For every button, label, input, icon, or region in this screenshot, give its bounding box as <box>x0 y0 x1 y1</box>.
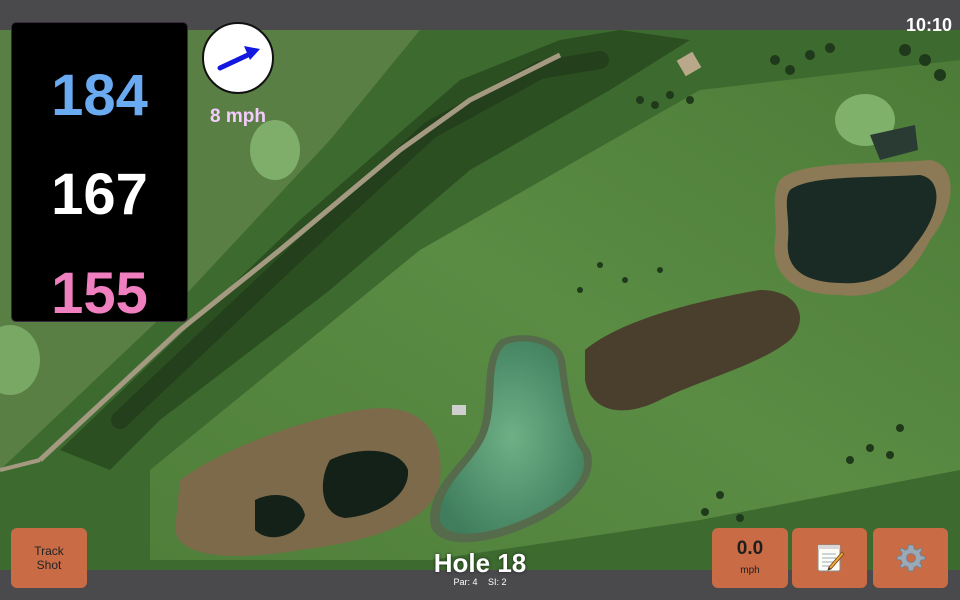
notepad-icon <box>817 544 845 572</box>
notes-button[interactable] <box>792 528 867 588</box>
track-shot-button[interactable]: Track Shot <box>11 528 87 588</box>
settings-button[interactable] <box>873 528 948 588</box>
status-time: 10:10 <box>905 15 952 35</box>
gear-icon <box>896 544 925 572</box>
back-distance: 184 <box>51 63 148 128</box>
hole-par: Par: 4 <box>453 577 478 587</box>
track-shot-label: Track Shot <box>11 544 87 572</box>
middle-distance: 167 <box>51 162 148 227</box>
hole-title: Hole 18 <box>433 548 527 578</box>
speed-button[interactable]: 0.0 mph <box>712 528 788 588</box>
hole-details: Par: 4 SI: 2 <box>380 577 580 587</box>
wind-direction-dial <box>202 22 274 94</box>
speed-unit: mph <box>740 565 760 576</box>
wind-speed: 8 mph <box>210 106 266 127</box>
track-shot-label-line2: Shot <box>36 558 62 572</box>
wind-direction-arrow-icon <box>217 46 260 71</box>
distance-panel: 184 167 155 <box>11 22 188 326</box>
track-shot-label-line1: Track <box>34 544 64 558</box>
hole-stroke-index: SI: 2 <box>488 577 507 587</box>
front-distance: 155 <box>51 261 148 326</box>
speed-value: 0.0 <box>736 538 764 559</box>
